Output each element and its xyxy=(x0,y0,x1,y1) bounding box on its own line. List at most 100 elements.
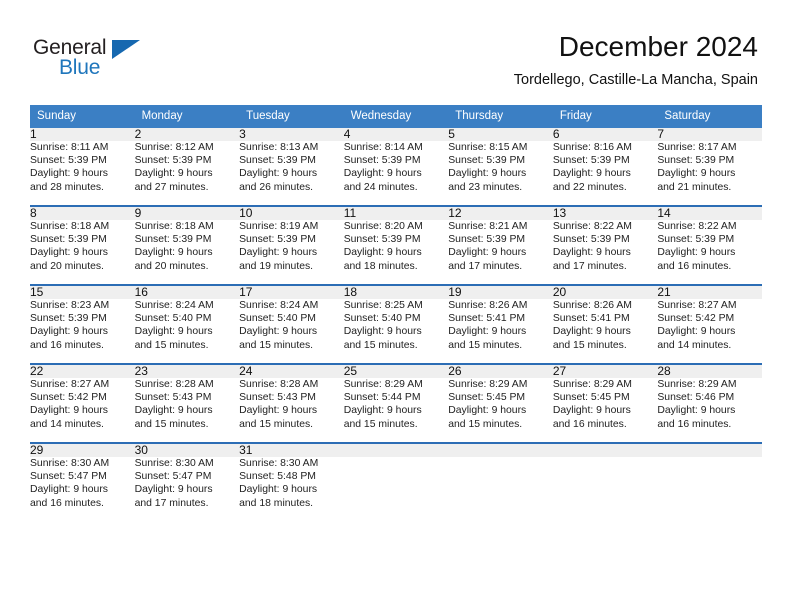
day-number[interactable]: 20 xyxy=(552,285,658,299)
daylight-text-line1: Daylight: 9 hours xyxy=(657,168,736,180)
day-number[interactable]: 11 xyxy=(343,206,449,220)
sunrise-text: Sunrise: 8:16 AM xyxy=(552,142,632,153)
sunrise-text: Sunrise: 8:17 AM xyxy=(657,142,737,153)
day-number[interactable]: 23 xyxy=(134,364,240,378)
day-number[interactable]: 14 xyxy=(657,206,762,220)
daylight-text-line1: Daylight: 9 hours xyxy=(552,168,631,180)
day-info: Sunrise: 8:14 AM Sunset: 5:39 PM Daylight:… xyxy=(344,141,449,196)
day-number[interactable]: 24 xyxy=(239,364,344,378)
sunrise-text: Sunrise: 8:30 AM xyxy=(239,458,319,469)
sunset-text: Sunset: 5:40 PM xyxy=(134,313,212,325)
daylight-text-line1: Daylight: 9 hours xyxy=(552,405,631,417)
daylight-text-line1: Daylight: 9 hours xyxy=(239,247,318,259)
daylight-text-line2: and 17 minutes. xyxy=(552,260,627,272)
day-number[interactable]: 15 xyxy=(30,285,135,299)
daylight-text-line1: Daylight: 9 hours xyxy=(134,168,213,180)
sunrise-text: Sunrise: 8:30 AM xyxy=(30,458,110,469)
sunrise-text: Sunrise: 8:20 AM xyxy=(343,221,423,232)
day-info: Sunrise: 8:28 AM Sunset: 5:43 PM Daylight:… xyxy=(239,378,344,433)
sunset-text: Sunset: 5:39 PM xyxy=(448,234,526,246)
day-info: Sunrise: 8:23 AM Sunset: 5:39 PM Daylight:… xyxy=(30,299,135,354)
day-number[interactable]: 22 xyxy=(30,364,135,378)
day-number[interactable]: 10 xyxy=(239,206,344,220)
sunrise-text: Sunrise: 8:19 AM xyxy=(239,221,319,232)
sunset-text: Sunset: 5:40 PM xyxy=(239,313,316,325)
day-number[interactable]: 9 xyxy=(134,206,240,220)
week-detail-row: Sunrise: 8:18 AM Sunset: 5:39 PM Daylight:… xyxy=(30,220,762,275)
day-number[interactable]: 27 xyxy=(552,364,658,378)
daylight-text-line2: and 27 minutes. xyxy=(134,181,209,193)
day-number[interactable]: 3 xyxy=(239,128,344,141)
daylight-text-line2: and 15 minutes. xyxy=(343,418,418,430)
daylight-text-line2: and 16 minutes. xyxy=(657,260,732,272)
daylight-text-line1: Daylight: 9 hours xyxy=(30,326,108,338)
sunrise-text: Sunrise: 8:18 AM xyxy=(30,221,110,232)
sunset-text: Sunset: 5:39 PM xyxy=(134,155,212,167)
daylight-text-line1: Daylight: 9 hours xyxy=(30,168,108,180)
day-info: Sunrise: 8:15 AM Sunset: 5:39 PM Daylight:… xyxy=(448,141,553,196)
day-number[interactable]: 2 xyxy=(134,128,240,141)
calendar-page: General Blue December 2024 Tordellego, C… xyxy=(0,0,792,612)
day-info: Sunrise: 8:18 AM Sunset: 5:39 PM Daylight:… xyxy=(135,220,240,275)
logo-text-blue: Blue xyxy=(59,56,101,79)
sunrise-text: Sunrise: 8:23 AM xyxy=(30,300,110,311)
daylight-text-line2: and 28 minutes. xyxy=(30,181,104,193)
sunset-text: Sunset: 5:41 PM xyxy=(448,313,526,325)
day-info: Sunrise: 8:28 AM Sunset: 5:43 PM Daylight:… xyxy=(135,378,240,433)
day-number[interactable]: 30 xyxy=(134,443,240,457)
daylight-text-line1: Daylight: 9 hours xyxy=(448,326,527,338)
calendar-header-row: Sunday Monday Tuesday Wednesday Thursday… xyxy=(30,105,762,128)
day-number[interactable]: 6 xyxy=(552,128,658,141)
day-info: Sunrise: 8:30 AM Sunset: 5:47 PM Daylight:… xyxy=(135,457,240,512)
week-detail-row: Sunrise: 8:23 AM Sunset: 5:39 PM Daylight:… xyxy=(30,299,762,354)
day-info: Sunrise: 8:17 AM Sunset: 5:39 PM Daylight:… xyxy=(657,141,762,196)
daylight-text-line1: Daylight: 9 hours xyxy=(30,247,108,259)
daylight-text-line2: and 24 minutes. xyxy=(343,181,418,193)
day-number[interactable]: 1 xyxy=(30,128,135,141)
day-number[interactable]: 25 xyxy=(343,364,449,378)
day-info: Sunrise: 8:30 AM Sunset: 5:48 PM Daylight:… xyxy=(239,457,344,512)
day-number[interactable]: 4 xyxy=(343,128,449,141)
day-cell-empty xyxy=(552,443,658,457)
general-blue-logo[interactable]: General Blue xyxy=(33,36,223,84)
day-number[interactable]: 16 xyxy=(134,285,240,299)
day-info: Sunrise: 8:29 AM Sunset: 5:45 PM Daylight:… xyxy=(448,378,553,433)
daylight-text-line1: Daylight: 9 hours xyxy=(657,405,736,417)
day-number[interactable]: 26 xyxy=(448,364,553,378)
weekday-header-thursday: Thursday xyxy=(448,105,553,128)
day-cell-empty xyxy=(343,443,449,457)
sunrise-text: Sunrise: 8:29 AM xyxy=(657,379,737,390)
sunrise-text: Sunrise: 8:25 AM xyxy=(343,300,423,311)
weekday-header-monday: Monday xyxy=(134,105,240,128)
day-number[interactable]: 12 xyxy=(448,206,553,220)
day-info: Sunrise: 8:19 AM Sunset: 5:39 PM Daylight:… xyxy=(239,220,344,275)
daylight-text-line1: Daylight: 9 hours xyxy=(343,247,422,259)
sunrise-text: Sunrise: 8:28 AM xyxy=(239,379,319,390)
day-number[interactable]: 17 xyxy=(239,285,344,299)
sunset-text: Sunset: 5:45 PM xyxy=(448,392,526,404)
daylight-text-line1: Daylight: 9 hours xyxy=(239,484,318,496)
sunset-text: Sunset: 5:39 PM xyxy=(30,234,107,246)
sunrise-text: Sunrise: 8:24 AM xyxy=(134,300,214,311)
week-number-row: 15 16 17 18 19 20 21 xyxy=(30,285,762,299)
daylight-text-line2: and 18 minutes. xyxy=(239,497,314,509)
day-number[interactable]: 8 xyxy=(30,206,135,220)
sunset-text: Sunset: 5:40 PM xyxy=(343,313,421,325)
daylight-text-line2: and 14 minutes. xyxy=(657,339,732,351)
day-number[interactable]: 7 xyxy=(657,128,762,141)
daylight-text-line1: Daylight: 9 hours xyxy=(552,326,631,338)
week-number-row: 8 9 10 11 12 13 14 xyxy=(30,206,762,220)
daylight-text-line1: Daylight: 9 hours xyxy=(343,168,422,180)
day-number[interactable]: 13 xyxy=(552,206,658,220)
day-number[interactable]: 18 xyxy=(343,285,449,299)
day-number[interactable]: 19 xyxy=(448,285,553,299)
day-number[interactable]: 21 xyxy=(657,285,762,299)
day-number[interactable]: 29 xyxy=(30,443,135,457)
daylight-text-line1: Daylight: 9 hours xyxy=(657,326,736,338)
day-number[interactable]: 31 xyxy=(239,443,344,457)
week-number-row: 1234567 xyxy=(30,128,762,141)
sunrise-text: Sunrise: 8:21 AM xyxy=(448,221,528,232)
sunset-text: Sunset: 5:39 PM xyxy=(657,234,735,246)
day-number[interactable]: 5 xyxy=(448,128,553,141)
day-number[interactable]: 28 xyxy=(657,364,762,378)
